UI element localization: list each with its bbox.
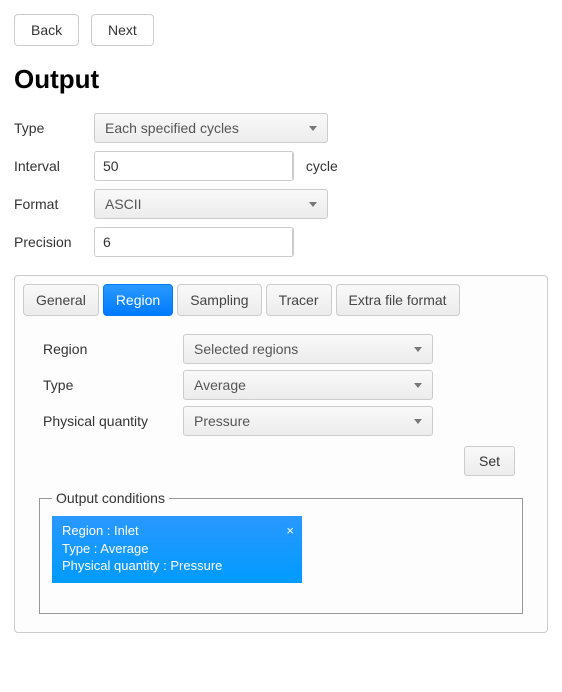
condition-chip-line: Type : Average [62, 540, 272, 558]
output-conditions-legend: Output conditions [52, 490, 169, 506]
region-dropdown[interactable]: Selected regions [183, 334, 433, 364]
chevron-down-icon [309, 126, 317, 131]
tab-region[interactable]: Region [103, 284, 173, 316]
next-button[interactable]: Next [91, 14, 154, 46]
region-type-label: Type [43, 377, 183, 393]
precision-stepper[interactable] [94, 227, 294, 257]
format-dropdown[interactable]: ASCII [94, 189, 328, 219]
interval-label: Interval [14, 147, 94, 185]
output-form: Type Each specified cycles Interval cycl… [14, 109, 344, 261]
interval-step-down[interactable] [293, 167, 294, 181]
chevron-up-icon [293, 233, 294, 237]
tab-tracer[interactable]: Tracer [266, 284, 332, 316]
condition-chip-line: Physical quantity : Pressure [62, 557, 272, 575]
physical-quantity-dropdown[interactable]: Pressure [183, 406, 433, 436]
physical-quantity-dropdown-value: Pressure [194, 413, 250, 429]
interval-input[interactable] [95, 152, 292, 180]
region-type-dropdown-value: Average [194, 377, 246, 393]
type-label: Type [14, 109, 94, 147]
format-dropdown-value: ASCII [105, 196, 142, 212]
tab-bar: General Region Sampling Tracer Extra fil… [23, 284, 539, 316]
interval-stepper[interactable] [94, 151, 294, 181]
chevron-down-icon [293, 171, 294, 175]
region-dropdown-value: Selected regions [194, 341, 298, 357]
region-form: Region Selected regions Type Average Phy… [23, 334, 539, 436]
tab-sampling[interactable]: Sampling [177, 284, 261, 316]
set-button[interactable]: Set [464, 446, 515, 476]
chevron-down-icon [414, 347, 422, 352]
precision-step-up[interactable] [293, 228, 294, 243]
precision-label: Precision [14, 223, 94, 261]
tab-panel: General Region Sampling Tracer Extra fil… [14, 275, 548, 633]
chevron-up-icon [293, 157, 294, 161]
region-type-dropdown[interactable]: Average [183, 370, 433, 400]
tab-extra-file-format[interactable]: Extra file format [336, 284, 460, 316]
format-label: Format [14, 185, 94, 223]
precision-step-down[interactable] [293, 243, 294, 257]
type-dropdown-value: Each specified cycles [105, 120, 239, 136]
interval-step-up[interactable] [293, 152, 294, 167]
output-conditions-fieldset: Output conditions Region : Inlet Type : … [39, 490, 523, 614]
chevron-down-icon [293, 247, 294, 251]
page-title: Output [14, 64, 548, 95]
precision-input[interactable] [95, 228, 292, 256]
type-dropdown[interactable]: Each specified cycles [94, 113, 328, 143]
interval-unit: cycle [298, 158, 338, 174]
condition-chip-line: Region : Inlet [62, 522, 272, 540]
tab-general[interactable]: General [23, 284, 99, 316]
region-label: Region [43, 341, 183, 357]
physical-quantity-label: Physical quantity [43, 413, 183, 429]
chevron-down-icon [414, 383, 422, 388]
back-button[interactable]: Back [14, 14, 79, 46]
condition-chip[interactable]: Region : Inlet Type : Average Physical q… [52, 516, 302, 583]
close-icon[interactable]: × [286, 522, 294, 540]
chevron-down-icon [309, 202, 317, 207]
chevron-down-icon [414, 419, 422, 424]
